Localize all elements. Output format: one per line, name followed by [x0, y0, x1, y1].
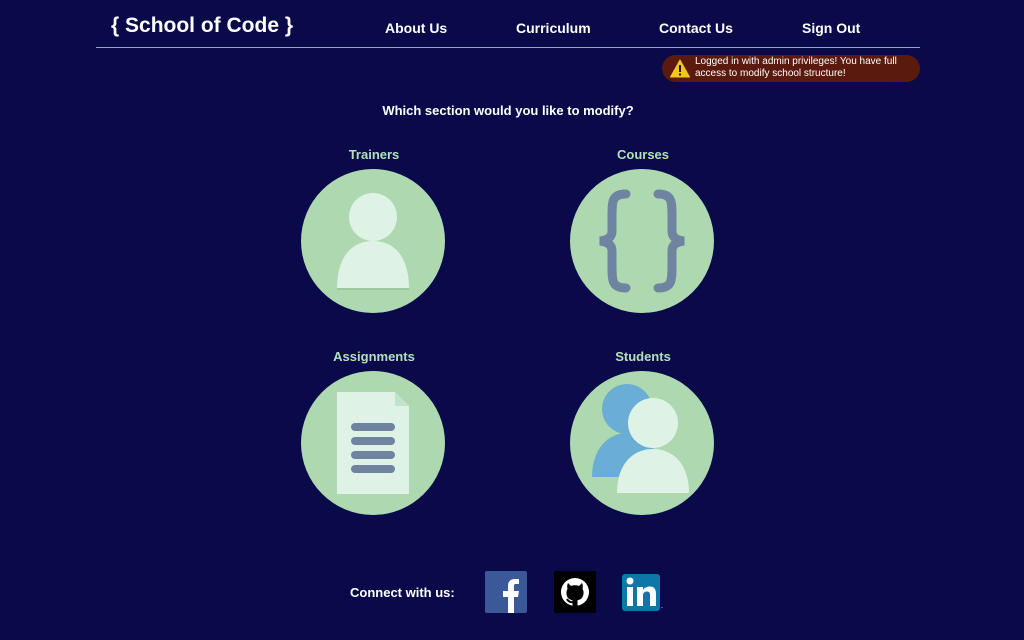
brand-logo-link[interactable]: { School of Code }	[111, 14, 293, 38]
section-card-students[interactable]: Students	[570, 348, 716, 515]
courses-circle[interactable]	[570, 169, 714, 313]
github-icon[interactable]	[554, 571, 596, 613]
section-title-courses: Courses	[616, 147, 670, 162]
nav-contact-us[interactable]: Contact Us	[659, 20, 733, 36]
people-icon	[592, 384, 689, 493]
facebook-icon[interactable]	[485, 571, 527, 613]
admin-alert: Logged in with admin privileges! You hav…	[662, 55, 920, 82]
top-navigation-bar: { School of Code } About Us Curriculum C…	[96, 0, 920, 48]
trainers-circle[interactable]	[301, 169, 445, 313]
footer: Connect with us:	[0, 569, 1024, 613]
students-circle[interactable]	[570, 371, 714, 515]
admin-alert-text: Logged in with admin privileges! You hav…	[695, 56, 897, 79]
section-card-assignments[interactable]: Assignments	[301, 348, 447, 515]
section-prompt: Which section would you like to modify?	[382, 103, 634, 118]
linkedin-icon[interactable]	[622, 571, 664, 613]
warning-icon	[670, 59, 690, 78]
section-title-assignments: Assignments	[333, 349, 415, 364]
section-card-trainers[interactable]: Trainers	[301, 146, 447, 313]
section-card-courses[interactable]: Courses	[570, 146, 716, 313]
section-title-trainers: Trainers	[348, 147, 400, 162]
nav-sign-out[interactable]: Sign Out	[802, 20, 860, 36]
document-icon	[337, 392, 409, 494]
assignments-circle[interactable]	[301, 371, 445, 515]
section-title-students: Students	[615, 349, 671, 364]
nav-curriculum[interactable]: Curriculum	[516, 20, 591, 36]
person-icon	[337, 193, 409, 290]
nav-about-us[interactable]: About Us	[385, 20, 447, 36]
connect-label: Connect with us:	[350, 585, 455, 600]
curly-braces-icon	[599, 189, 685, 293]
